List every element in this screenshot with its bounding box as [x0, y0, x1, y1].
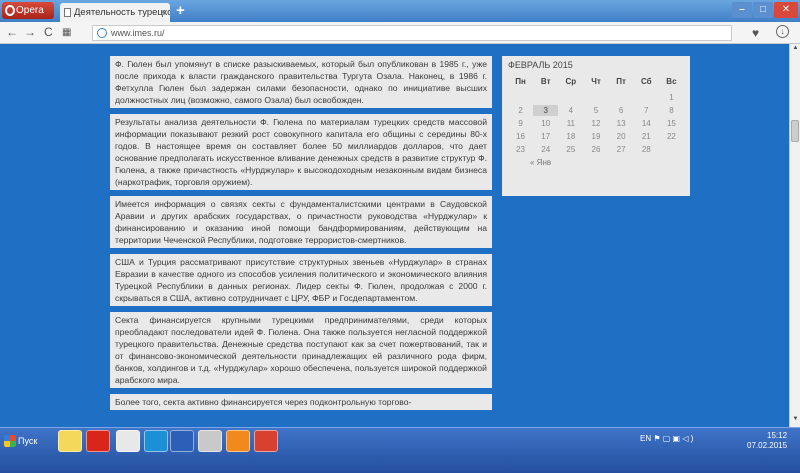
- close-tab-icon[interactable]: ×: [160, 3, 166, 22]
- taskbar-app-icon[interactable]: [86, 430, 110, 452]
- calendar-day: 18: [566, 132, 576, 141]
- start-button[interactable]: Пуск: [4, 433, 50, 449]
- close-window-button[interactable]: ✕: [774, 2, 798, 18]
- taskbar-app-icon[interactable]: [58, 430, 82, 452]
- calendar-day: 2: [518, 106, 523, 115]
- calendar-weekday: Пн: [515, 77, 526, 86]
- taskbar-app-icon[interactable]: [116, 430, 140, 452]
- speed-dial-icon[interactable]: ▦: [62, 27, 71, 38]
- calendar-day: 12: [591, 119, 601, 128]
- new-tab-button[interactable]: +: [176, 2, 185, 19]
- calendar-prev-link[interactable]: « Янв: [530, 158, 684, 167]
- maximize-button[interactable]: □: [753, 2, 773, 18]
- clock-time: 15:12: [767, 431, 788, 440]
- calendar-day: 24: [541, 145, 551, 154]
- calendar-day: 13: [616, 119, 626, 128]
- site-info-icon[interactable]: [97, 28, 107, 38]
- calendar-day: 27: [616, 145, 626, 154]
- calendar-empty-cell: [558, 92, 583, 103]
- calendar-weekday: Пт: [616, 77, 626, 86]
- article-paragraph: США и Турция рассматривают присутствие с…: [110, 254, 492, 306]
- calendar-empty-cell: [659, 144, 684, 155]
- tab-title: Деятельность турецкой ре: [74, 7, 170, 18]
- calendar-day: 4: [568, 106, 574, 115]
- taskbar-app-icon[interactable]: [254, 430, 278, 452]
- calendar-day: 16: [516, 132, 526, 141]
- start-label: Пуск: [18, 436, 38, 446]
- scroll-thumb[interactable]: [791, 120, 799, 142]
- taskbar-app-icon[interactable]: [226, 430, 250, 452]
- calendar-day: 6: [618, 106, 624, 115]
- system-tray: EN ⚑ ▢ ▣ ◁ ): [640, 434, 693, 443]
- calendar-day: 11: [566, 119, 575, 128]
- calendar-day: 9: [518, 119, 523, 128]
- calendar-empty-cell: [533, 92, 558, 103]
- calendar-title: ФЕВРАЛЬ 2015: [508, 60, 573, 70]
- document-icon: [64, 8, 71, 17]
- windows-logo-icon: [4, 435, 16, 447]
- calendar-day: 26: [591, 145, 601, 154]
- opera-label: Opera: [16, 5, 44, 16]
- calendar-day: 15: [666, 119, 676, 128]
- forward-icon[interactable]: →: [24, 25, 36, 39]
- calendar-day: 23: [516, 145, 526, 154]
- calendar-weekday: Чт: [591, 77, 601, 86]
- reload-icon[interactable]: C: [44, 25, 53, 39]
- title-bar: Opera Деятельность турецкой ре × + – □ ✕: [0, 0, 800, 22]
- url-text: www.imes.ru/: [111, 28, 165, 38]
- article-paragraph: Более того, секта активно финансируется …: [110, 394, 492, 410]
- calendar-empty-cell: [634, 92, 659, 103]
- taskbar-app-icon[interactable]: [144, 430, 168, 452]
- vertical-scrollbar[interactable]: ▲ ▼: [789, 44, 800, 427]
- article-paragraph: Ф. Гюлен был упомянут в списке разыскива…: [110, 56, 492, 108]
- calendar-day: 28: [641, 145, 651, 154]
- calendar-empty-cell: [609, 92, 634, 103]
- calendar-grid: Пн Вт Ср Чт Пт Сб Вс 1 2 3 4 5 6 7 8 9 10 11 12 13 14 15 16 17 1…: [508, 76, 684, 155]
- opera-logo-icon: [5, 5, 15, 16]
- calendar-day: 25: [566, 145, 576, 154]
- taskbar: Пуск EN ⚑ ▢ ▣ ◁ ) 15:12 07.02.2015: [0, 427, 800, 473]
- address-bar: ← → C ▦ www.imes.ru/ ♥ ↓: [0, 22, 800, 44]
- taskbar-app-icon[interactable]: [198, 430, 222, 452]
- tray-icons[interactable]: ⚑ ▢ ▣ ◁ ): [653, 434, 693, 443]
- calendar-day: 22: [666, 132, 676, 141]
- article-paragraph: Имеется информация о связях секты с фунд…: [110, 196, 492, 248]
- calendar-day: 5: [593, 106, 599, 115]
- article-paragraph: Результаты анализа деятельности Ф. Гюлен…: [110, 114, 492, 190]
- heart-icon[interactable]: ♥: [752, 26, 759, 40]
- scroll-up-icon[interactable]: ▲: [791, 45, 800, 55]
- back-icon[interactable]: ←: [6, 25, 18, 39]
- opera-menu-button[interactable]: Opera: [2, 2, 54, 19]
- calendar-day: 10: [541, 119, 551, 128]
- calendar-widget: ФЕВРАЛЬ 2015 Пн Вт Ср Чт Пт Сб Вс 1 2 3 4 5 6 7 8 9 10 11…: [502, 56, 690, 196]
- url-input[interactable]: www.imes.ru/: [92, 25, 732, 41]
- calendar-day: 17: [541, 132, 551, 141]
- clock[interactable]: 15:12 07.02.2015: [747, 431, 787, 451]
- language-indicator[interactable]: EN: [640, 434, 651, 443]
- calendar-weekday: Вс: [666, 77, 677, 86]
- article-paragraph: Секта финансируется крупными турецкими п…: [110, 312, 492, 388]
- calendar-day: 7: [644, 106, 649, 115]
- calendar-empty-cell: [508, 92, 533, 103]
- calendar-day: 14: [641, 119, 651, 128]
- calendar-weekday: Ср: [565, 77, 577, 86]
- calendar-day: 1: [669, 93, 674, 102]
- scroll-down-icon[interactable]: ▼: [791, 416, 800, 426]
- calendar-weekday: Вт: [540, 77, 551, 86]
- calendar-empty-cell: [583, 92, 608, 103]
- article-column: Ф. Гюлен был упомянут в списке разыскива…: [110, 56, 492, 416]
- taskbar-app-icon[interactable]: [170, 430, 194, 452]
- minimize-button[interactable]: –: [732, 2, 752, 18]
- page-viewport: Ф. Гюлен был упомянут в списке разыскива…: [0, 44, 789, 427]
- calendar-day: 20: [616, 132, 626, 141]
- calendar-day: 3: [533, 105, 559, 116]
- calendar-day: 8: [669, 106, 674, 115]
- calendar-weekday: Сб: [640, 77, 652, 86]
- calendar-day: 19: [591, 132, 601, 141]
- downloads-icon[interactable]: ↓: [776, 25, 789, 38]
- tab-active[interactable]: Деятельность турецкой ре ×: [60, 3, 170, 22]
- clock-date: 07.02.2015: [747, 441, 788, 450]
- calendar-day: 21: [641, 132, 651, 141]
